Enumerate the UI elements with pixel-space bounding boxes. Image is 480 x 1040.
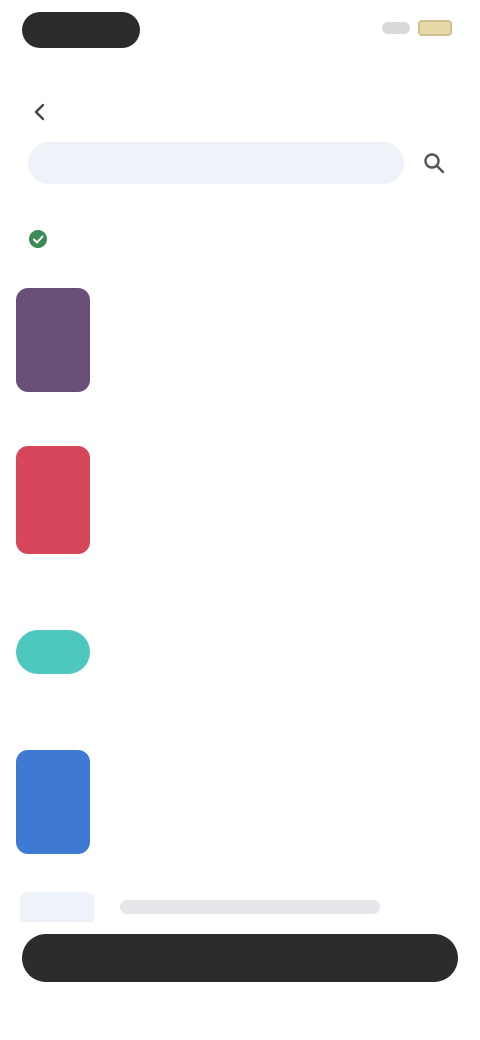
- search-icon: [424, 153, 445, 174]
- result-thumbnail: [16, 750, 90, 854]
- result-title-placeholder: [120, 900, 380, 914]
- result-thumbnail: [16, 446, 90, 554]
- list-item[interactable]: [16, 446, 456, 558]
- list-item[interactable]: [16, 750, 456, 860]
- chevron-left-icon: [34, 103, 45, 121]
- search-button[interactable]: [414, 143, 454, 183]
- result-thumbnail: [20, 892, 94, 922]
- result-thumbnail: [16, 288, 90, 392]
- status-indicators: [382, 20, 452, 36]
- result-thumbnail: [16, 630, 90, 674]
- bottom-action-button[interactable]: [22, 934, 458, 982]
- result-body: [116, 622, 456, 682]
- verified-row: [28, 222, 340, 256]
- search-row: [28, 142, 454, 184]
- signal-icon: [382, 22, 410, 34]
- header: [24, 92, 456, 132]
- result-body: [116, 288, 456, 398]
- status-bar: [0, 0, 480, 60]
- list-item[interactable]: [16, 288, 456, 398]
- result-body: [116, 750, 456, 860]
- partial-list-item: [20, 892, 380, 922]
- check-circle-icon: [29, 230, 47, 248]
- search-input[interactable]: [46, 154, 386, 172]
- status-pill: [22, 12, 140, 48]
- list-item[interactable]: [16, 622, 456, 682]
- battery-icon: [418, 20, 452, 36]
- search-box[interactable]: [28, 142, 404, 184]
- result-body: [116, 446, 456, 558]
- back-button[interactable]: [24, 96, 56, 128]
